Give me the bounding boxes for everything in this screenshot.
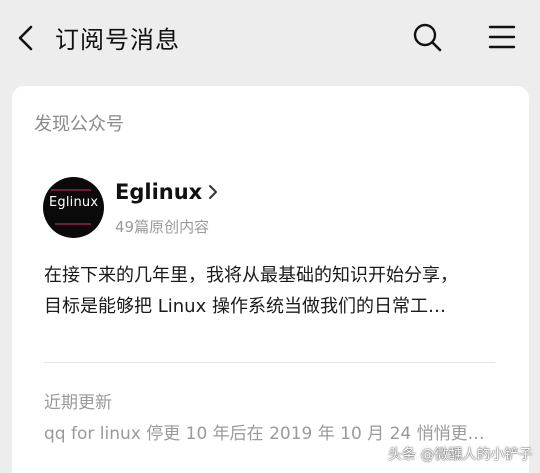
avatar-logo-text: Eglinux	[49, 195, 99, 210]
section-title: 发现公众号	[34, 114, 124, 135]
recent-updates-label: 近期更新	[44, 393, 112, 413]
article-count: 49篇原创内容	[115, 218, 210, 236]
account-avatar[interactable]: Eglinux	[43, 177, 104, 238]
page-title: 订阅号消息	[55, 26, 180, 54]
account-name-link[interactable]: Eglinux	[115, 180, 218, 204]
top-bar: 订阅号消息	[0, 0, 540, 74]
menu-icon[interactable]	[488, 24, 516, 50]
divider	[44, 362, 495, 363]
discover-account-card: 发现公众号 Eglinux Eglinux 49篇原创内容 在接下来的几年里，我…	[12, 86, 529, 473]
account-name: Eglinux	[115, 180, 203, 204]
avatar-decoration	[55, 223, 91, 225]
recent-update-item[interactable]: qq for linux 停更 10 年后在 2019 年 10 月 24 悄悄…	[44, 419, 494, 444]
avatar-decoration	[51, 189, 91, 191]
search-icon[interactable]	[412, 22, 442, 52]
chevron-right-icon	[209, 185, 218, 199]
intro-line: 目标是能够把 Linux 操作系统当做我们的日常工…	[44, 296, 446, 317]
account-intro[interactable]: 在接下来的几年里，我将从最基础的知识开始分享， 目标是能够把 Linux 操作系…	[44, 260, 506, 322]
intro-line: 在接下来的几年里，我将从最基础的知识开始分享，	[44, 265, 458, 286]
watermark: 头条 @微醺人的小铲子	[388, 447, 533, 463]
back-chevron-icon[interactable]	[14, 24, 40, 52]
